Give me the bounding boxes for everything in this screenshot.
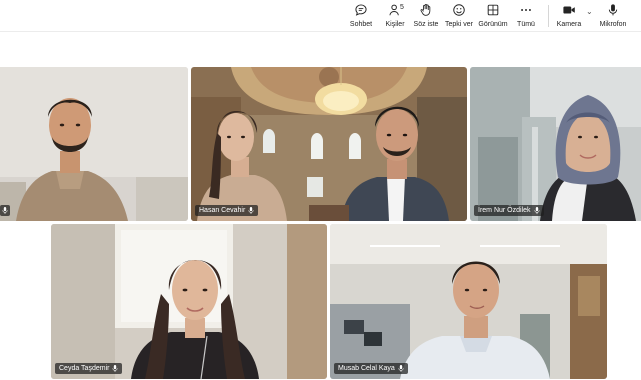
participant-tile[interactable]: Hasan Cevahir bbox=[191, 67, 467, 221]
microphone-icon bbox=[2, 207, 8, 214]
participant-tile[interactable]: Ceyda Taşdemir bbox=[51, 224, 327, 379]
raise-hand-button[interactable]: Söz iste bbox=[413, 3, 439, 29]
participant-tile[interactable]: Musab Celal Kaya bbox=[330, 224, 607, 379]
participant-name-tag: Musab Celal Kaya bbox=[334, 363, 408, 374]
participant-name-tag: Hasan Cevahir bbox=[195, 205, 259, 216]
participant-name: Musab Celal Kaya bbox=[338, 365, 395, 372]
participant-tile[interactable]: İrem Nur Özdilek bbox=[470, 67, 641, 221]
raise-hand-label: Söz iste bbox=[413, 21, 439, 28]
participant-name-tag: Ceyda Taşdemir bbox=[55, 363, 123, 374]
view-icon bbox=[487, 4, 499, 16]
participant-tile[interactable] bbox=[0, 67, 188, 221]
participant-video bbox=[191, 67, 467, 221]
chat-button[interactable]: Sohbet bbox=[349, 3, 373, 29]
chat-icon bbox=[355, 4, 367, 16]
participant-name: Hasan Cevahir bbox=[199, 207, 246, 214]
participant-video bbox=[51, 224, 327, 379]
camera-options-chevron-icon[interactable]: ⌄ bbox=[586, 7, 593, 16]
microphone-icon bbox=[248, 207, 254, 214]
participant-name-tag bbox=[0, 205, 10, 216]
more-icon bbox=[521, 9, 531, 11]
meeting-toolbar: Sohbet 5 Kişiler Söz iste Tepki ver Görü… bbox=[0, 0, 641, 32]
reaction-button[interactable]: Tepki ver bbox=[444, 3, 474, 29]
view-label: Görünüm bbox=[478, 21, 508, 28]
people-button[interactable]: 5 Kişiler bbox=[383, 3, 407, 29]
microphone-icon bbox=[608, 4, 618, 16]
camera-icon bbox=[563, 6, 575, 14]
people-label: Kişiler bbox=[385, 21, 405, 28]
camera-button[interactable]: Kamera bbox=[555, 3, 583, 29]
microphone-icon bbox=[398, 365, 404, 372]
microphone-button[interactable]: Mikrofon bbox=[598, 3, 628, 29]
people-count-badge: 5 bbox=[400, 4, 404, 11]
microphone-icon bbox=[534, 207, 540, 214]
chat-label: Sohbet bbox=[349, 21, 373, 28]
participant-video bbox=[470, 67, 641, 221]
view-button[interactable]: Görünüm bbox=[478, 3, 508, 29]
camera-label: Kamera bbox=[556, 21, 582, 28]
participant-video bbox=[0, 67, 188, 221]
participant-video bbox=[330, 224, 607, 379]
reaction-icon bbox=[453, 4, 465, 16]
raise-hand-icon bbox=[420, 3, 431, 16]
toolbar-divider bbox=[548, 5, 549, 27]
participant-name: İrem Nur Özdilek bbox=[478, 207, 531, 214]
participant-name: Ceyda Taşdemir bbox=[59, 365, 110, 372]
microphone-icon bbox=[112, 365, 118, 372]
participant-name-tag: İrem Nur Özdilek bbox=[474, 205, 544, 216]
reaction-label: Tepki ver bbox=[444, 21, 473, 28]
more-label: Tümü bbox=[517, 21, 535, 28]
more-button[interactable]: Tümü bbox=[514, 3, 538, 29]
microphone-label: Mikrofon bbox=[599, 21, 627, 28]
video-stage: Hasan Cevahir İrem Nur Özdilek Ceyda Taş… bbox=[0, 32, 641, 380]
